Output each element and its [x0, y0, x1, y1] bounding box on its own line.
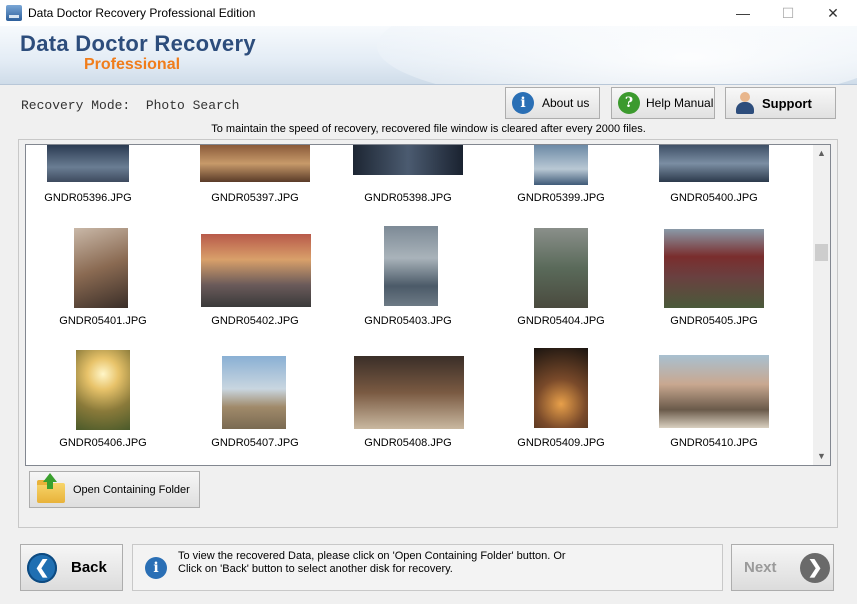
file-name: GNDR05403.JPG: [364, 315, 452, 327]
back-label: Back: [71, 559, 107, 576]
file-name: GNDR05406.JPG: [59, 437, 147, 449]
vertical-scrollbar[interactable]: ▲ ▼: [813, 145, 830, 465]
file-thumbnail[interactable]: [384, 226, 438, 306]
next-button: Next ❯: [731, 544, 834, 591]
file-name: GNDR05396.JPG: [44, 192, 132, 204]
file-name: GNDR05401.JPG: [59, 315, 147, 327]
file-thumbnail[interactable]: [534, 348, 588, 428]
maximize-button[interactable]: ☐: [765, 0, 811, 26]
minimize-button[interactable]: —: [720, 0, 766, 26]
file-thumbnail[interactable]: [659, 355, 769, 428]
back-button[interactable]: ❮ Back: [20, 544, 123, 591]
info-icon: i: [145, 557, 167, 579]
next-arrow-icon: ❯: [800, 552, 830, 583]
file-name: GNDR05404.JPG: [517, 315, 605, 327]
notice-text: To maintain the speed of recovery, recov…: [211, 123, 646, 135]
header-banner: Data Doctor Recovery Professional: [0, 26, 857, 85]
file-thumbnail[interactable]: [354, 356, 464, 429]
file-name: GNDR05399.JPG: [517, 192, 605, 204]
brand-name: Data Doctor Recovery: [20, 31, 256, 56]
file-name: GNDR05409.JPG: [517, 437, 605, 449]
info-message: To view the recovered Data, please click…: [178, 550, 566, 576]
file-thumbnail[interactable]: [222, 356, 286, 429]
recovered-files-grid[interactable]: GNDR05396.JPG GNDR05397.JPG GNDR05398.JP…: [25, 144, 831, 466]
title-bar: Data Doctor Recovery Professional Editio…: [0, 0, 857, 26]
file-thumbnail[interactable]: [47, 145, 129, 182]
file-name: GNDR05410.JPG: [670, 437, 758, 449]
file-name: GNDR05397.JPG: [211, 192, 299, 204]
file-thumbnail[interactable]: [201, 234, 311, 307]
info-line-2: Click on 'Back' button to select another…: [178, 563, 453, 575]
info-message-box: i To view the recovered Data, please cli…: [132, 544, 723, 591]
open-containing-folder-label: Open Containing Folder: [73, 483, 190, 496]
support-label: Support: [762, 95, 812, 111]
support-person-icon: [736, 92, 754, 114]
file-thumbnail[interactable]: [200, 145, 310, 182]
file-name: GNDR05400.JPG: [670, 192, 758, 204]
info-line-1: To view the recovered Data, please click…: [178, 550, 566, 562]
scroll-down-icon[interactable]: ▼: [813, 448, 830, 465]
file-thumbnail[interactable]: [353, 145, 463, 175]
file-thumbnail[interactable]: [534, 228, 588, 308]
open-containing-folder-button[interactable]: Open Containing Folder: [29, 471, 200, 508]
file-name: GNDR05402.JPG: [211, 315, 299, 327]
file-name: GNDR05408.JPG: [364, 437, 452, 449]
next-label: Next: [744, 559, 777, 576]
banner-decoration: [377, 26, 857, 84]
app-icon: [6, 5, 22, 21]
file-thumbnail[interactable]: [76, 350, 130, 430]
recovery-mode-label: Recovery Mode: Photo Search: [21, 98, 240, 113]
help-manual-button[interactable]: ? Help Manual: [611, 87, 715, 119]
window-title: Data Doctor Recovery Professional Editio…: [28, 6, 256, 20]
info-icon: i: [512, 92, 534, 114]
about-us-button[interactable]: i About us: [505, 87, 600, 119]
file-name: GNDR05405.JPG: [670, 315, 758, 327]
file-thumbnail[interactable]: [664, 229, 764, 308]
scroll-up-icon[interactable]: ▲: [813, 145, 830, 162]
folder-icon: [37, 472, 67, 503]
file-thumbnail[interactable]: [74, 228, 128, 308]
help-manual-label: Help Manual: [646, 96, 714, 110]
about-us-label: About us: [542, 96, 590, 110]
file-thumbnail[interactable]: [534, 145, 588, 185]
close-button[interactable]: ✕: [810, 0, 856, 26]
scroll-thumb[interactable]: [815, 244, 828, 261]
back-arrow-icon: ❮: [27, 552, 57, 583]
file-thumbnail[interactable]: [659, 145, 769, 182]
help-icon: ?: [618, 92, 640, 114]
file-name: GNDR05407.JPG: [211, 437, 299, 449]
brand-edition: Professional: [84, 56, 181, 73]
support-button[interactable]: Support: [725, 87, 836, 119]
file-name: GNDR05398.JPG: [364, 192, 452, 204]
